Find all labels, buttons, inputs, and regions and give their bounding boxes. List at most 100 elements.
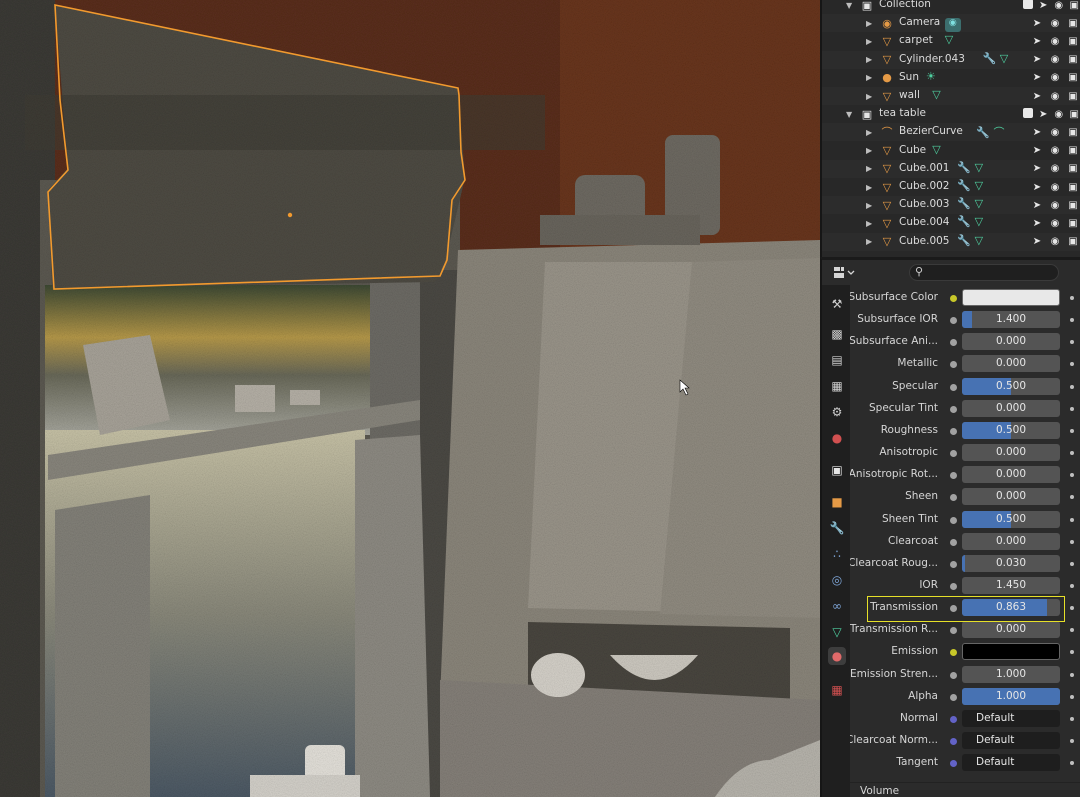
- tab-collection-icon[interactable]: ▣: [828, 461, 846, 479]
- eye-icon[interactable]: ◉: [1048, 163, 1062, 174]
- socket-icon[interactable]: [950, 450, 957, 458]
- socket-icon[interactable]: [950, 627, 957, 635]
- mesh-data-icon[interactable]: ▽: [932, 88, 940, 101]
- tab-view-layer-icon[interactable]: ▦: [828, 377, 846, 395]
- modifier-mesh-icons[interactable]: 🔧 ▽: [957, 215, 983, 228]
- animate-property-dot-icon[interactable]: [1070, 761, 1074, 766]
- expand-right-arrow-icon[interactable]: ▶: [866, 92, 872, 101]
- tab-tool-icon[interactable]: ⚒: [828, 295, 846, 313]
- outliner-row[interactable]: ▶ ▽ Cube ▽ ➤ ◉ ▣: [822, 142, 1080, 160]
- outliner-panel[interactable]: ▼ ▣ Collection ➤ ◉ ▣ ▶ ◉ Camera ◉ ➤ ◉ ▣ ▶ ▽ carpet ▽ ➤ ◉ ▣ ▶…: [820, 0, 1080, 257]
- render-camera-icon[interactable]: ▣: [1066, 127, 1080, 138]
- volume-panel-header[interactable]: Volume: [850, 782, 1080, 797]
- animate-property-dot-icon[interactable]: [1070, 561, 1074, 566]
- 3d-viewport[interactable]: [0, 0, 820, 797]
- outliner-row[interactable]: ▶ ⌒ BezierCurve 🔧 ⌒ ➤ ◉ ▣: [822, 123, 1080, 142]
- eye-icon[interactable]: ◉: [1048, 145, 1062, 156]
- animate-property-dot-icon[interactable]: [1070, 296, 1074, 300]
- render-camera-icon[interactable]: ▣: [1069, 0, 1080, 11]
- modifier-mesh-icons[interactable]: 🔧 ▽: [957, 197, 983, 210]
- eye-icon[interactable]: ◉: [1048, 127, 1062, 138]
- camera-data-icon[interactable]: ◉: [944, 15, 961, 33]
- animate-property-dot-icon[interactable]: [1070, 428, 1074, 433]
- animate-property-dot-icon[interactable]: [1070, 694, 1074, 699]
- animate-property-dot-icon[interactable]: [1070, 406, 1074, 411]
- expand-right-arrow-icon[interactable]: ▶: [866, 183, 872, 192]
- animate-property-dot-icon[interactable]: [1070, 650, 1074, 655]
- socket-icon[interactable]: [950, 295, 957, 302]
- socket-icon[interactable]: [950, 361, 957, 369]
- slider-field[interactable]: 0.030: [962, 554, 1060, 572]
- slider-field[interactable]: 0.000: [962, 355, 1060, 373]
- color-swatch-field[interactable]: [962, 289, 1060, 306]
- select-arrow-icon[interactable]: ➤: [1030, 145, 1044, 156]
- expand-down-arrow-icon[interactable]: ▼: [846, 1, 852, 10]
- outliner-row[interactable]: ▶ ▽ Cube.002 🔧 ▽ ➤ ◉ ▣: [822, 178, 1080, 196]
- tab-material-icon[interactable]: ●: [828, 647, 846, 665]
- animate-property-dot-icon[interactable]: [1070, 739, 1074, 743]
- vector-input-field[interactable]: Default: [962, 754, 1060, 772]
- socket-icon[interactable]: [950, 693, 957, 701]
- slider-field[interactable]: 1.450: [962, 576, 1060, 594]
- animate-property-dot-icon[interactable]: [1070, 451, 1074, 456]
- animate-property-dot-icon[interactable]: [1070, 362, 1074, 367]
- render-camera-icon[interactable]: ▣: [1066, 145, 1080, 156]
- render-camera-icon[interactable]: ▣: [1066, 36, 1080, 47]
- expand-right-arrow-icon[interactable]: ▶: [866, 219, 872, 228]
- select-arrow-icon[interactable]: ➤: [1030, 72, 1044, 83]
- expand-right-arrow-icon[interactable]: ▶: [866, 164, 872, 173]
- tab-physics-icon[interactable]: ◎: [828, 571, 846, 589]
- animate-property-dot-icon[interactable]: [1070, 517, 1074, 522]
- properties-search-input[interactable]: ⚲: [909, 264, 1059, 281]
- outliner-row[interactable]: ▶ ● Sun ☀ ➤ ◉ ▣: [822, 69, 1080, 87]
- tab-object-icon[interactable]: ■: [828, 493, 846, 511]
- outliner-row[interactable]: ▶ ▽ Cube.004 🔧 ▽ ➤ ◉ ▣: [822, 214, 1080, 232]
- outliner-row[interactable]: ▶ ▽ carpet ▽ ➤ ◉ ▣: [822, 32, 1080, 50]
- animate-property-dot-icon[interactable]: [1070, 606, 1074, 611]
- modifier-mesh-icons[interactable]: 🔧 ▽: [983, 52, 1009, 65]
- tab-particles-icon[interactable]: ∴: [828, 545, 846, 563]
- select-arrow-icon[interactable]: ➤: [1038, 109, 1050, 120]
- slider-field[interactable]: 0.500: [962, 421, 1060, 439]
- render-camera-icon[interactable]: ▣: [1066, 18, 1080, 29]
- render-camera-icon[interactable]: ▣: [1066, 218, 1080, 229]
- eye-icon[interactable]: ◉: [1048, 236, 1062, 247]
- eye-icon[interactable]: ◉: [1048, 200, 1062, 211]
- select-arrow-icon[interactable]: ➤: [1030, 163, 1044, 174]
- modifier-mesh-icons[interactable]: 🔧 ▽: [957, 161, 983, 174]
- color-swatch-field[interactable]: [962, 643, 1060, 661]
- tab-output-icon[interactable]: ▤: [828, 351, 846, 369]
- socket-icon[interactable]: [950, 516, 957, 524]
- outliner-row[interactable]: ▶ ▽ Cylinder.043 🔧 ▽ ➤ ◉ ▣: [822, 50, 1080, 69]
- animate-property-dot-icon[interactable]: [1070, 583, 1074, 588]
- select-arrow-icon[interactable]: ➤: [1038, 0, 1050, 11]
- outliner-row[interactable]: ▶ ▽ Cube.001 🔧 ▽ ➤ ◉ ▣: [822, 159, 1080, 178]
- animate-property-dot-icon[interactable]: [1070, 539, 1074, 544]
- slider-field[interactable]: 0.000: [962, 444, 1060, 462]
- render-camera-icon[interactable]: ▣: [1066, 163, 1080, 174]
- animate-property-dot-icon[interactable]: [1070, 340, 1074, 345]
- outliner-row[interactable]: ▶ ▽ Cube.005 🔧 ▽ ➤ ◉ ▣: [822, 232, 1080, 251]
- outliner-row[interactable]: ▶ ◉ Camera ◉ ➤ ◉ ▣: [822, 14, 1080, 33]
- exclude-checkbox[interactable]: [1022, 107, 1034, 121]
- animate-property-dot-icon[interactable]: [1070, 318, 1074, 323]
- editor-type-button[interactable]: [830, 264, 858, 282]
- select-arrow-icon[interactable]: ➤: [1030, 182, 1044, 193]
- animate-property-dot-icon[interactable]: [1070, 628, 1074, 633]
- tab-constraints-icon[interactable]: ∞: [828, 597, 846, 615]
- select-arrow-icon[interactable]: ➤: [1030, 91, 1044, 102]
- expand-right-arrow-icon[interactable]: ▶: [866, 128, 872, 137]
- expand-right-arrow-icon[interactable]: ▶: [866, 201, 872, 210]
- modifier-mesh-icons[interactable]: 🔧 ▽: [957, 234, 983, 247]
- slider-field[interactable]: 0.000: [962, 333, 1060, 351]
- eye-icon[interactable]: ◉: [1048, 91, 1062, 102]
- eye-icon[interactable]: ◉: [1053, 109, 1065, 120]
- modifier-mesh-icons[interactable]: 🔧 ▽: [957, 179, 983, 192]
- animate-property-dot-icon[interactable]: [1070, 384, 1074, 389]
- eye-icon[interactable]: ◉: [1053, 0, 1065, 11]
- expand-right-arrow-icon[interactable]: ▶: [866, 73, 872, 82]
- slider-field[interactable]: 1.000: [962, 665, 1060, 683]
- select-arrow-icon[interactable]: ➤: [1030, 36, 1044, 47]
- render-camera-icon[interactable]: ▣: [1066, 182, 1080, 193]
- select-arrow-icon[interactable]: ➤: [1030, 54, 1044, 65]
